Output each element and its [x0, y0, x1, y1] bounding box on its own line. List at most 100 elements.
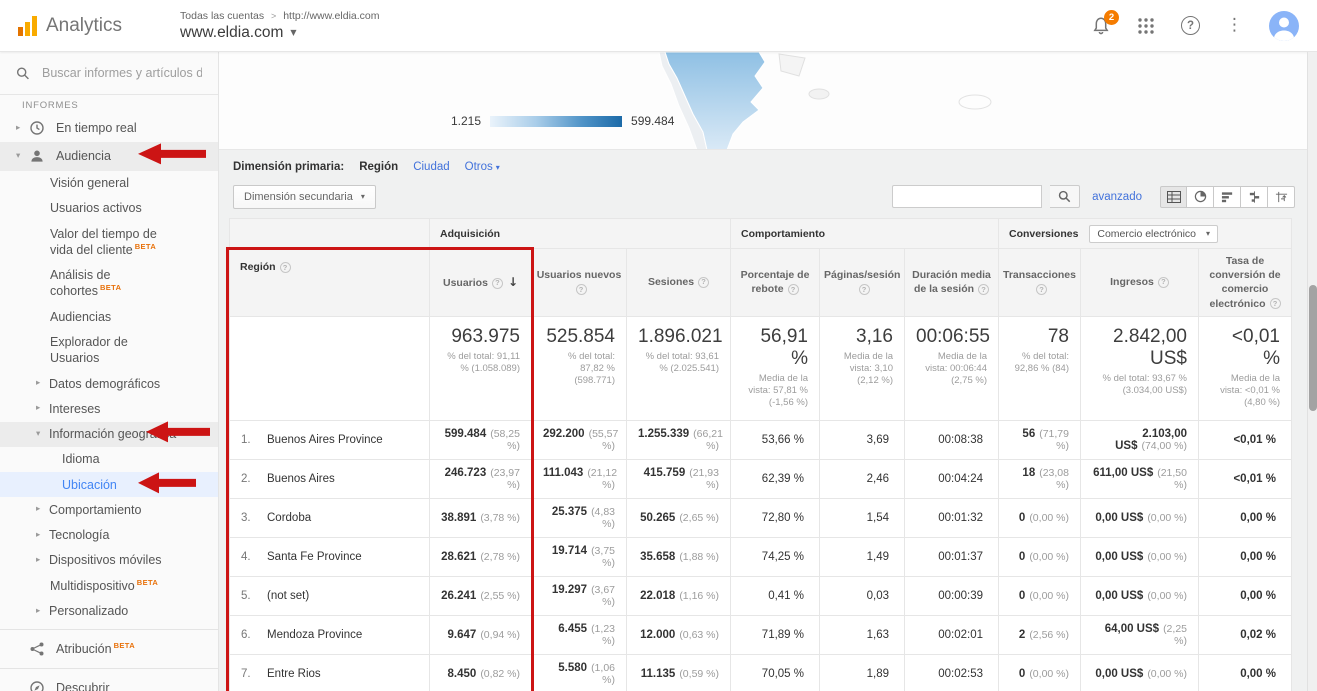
- table-row[interactable]: 6. Mendoza Province 9.647(0,94 %) 6.455(…: [230, 615, 1292, 654]
- page-scrollbar[interactable]: [1307, 52, 1317, 691]
- sidebar-item-label: Información geográfica: [49, 426, 181, 442]
- help-icon[interactable]: ?: [280, 262, 291, 273]
- sidebar-item-valor-tiempo-vida[interactable]: Valor del tiempo de vida del clienteBETA: [0, 221, 218, 263]
- table-row[interactable]: 1. Buenos Aires Province 599.484(58,25 %…: [230, 420, 1292, 459]
- search-input[interactable]: [42, 66, 202, 80]
- table-search-button[interactable]: [1050, 185, 1080, 208]
- section-label-informes: INFORMES: [0, 95, 218, 114]
- region-name[interactable]: Santa Fe Province: [267, 551, 362, 563]
- view-comparison-button[interactable]: [1241, 186, 1268, 208]
- sidebar-item-usuarios-activos[interactable]: Usuarios activos: [0, 196, 218, 221]
- sidebar-item-atribucion[interactable]: AtribuciónBETA: [0, 635, 218, 663]
- dimension-ciudad[interactable]: Ciudad: [413, 161, 449, 173]
- col-header-sesiones[interactable]: Sesiones?: [627, 249, 731, 317]
- view-pivot-button[interactable]: [1268, 186, 1295, 208]
- sidebar-item-informacion-geografica[interactable]: ▾ Información geográfica: [0, 422, 218, 447]
- help-icon[interactable]: ?: [698, 277, 709, 288]
- sidebar-item-explorador-usuarios[interactable]: Explorador de Usuarios: [0, 330, 218, 372]
- help-icon[interactable]: ?: [1158, 277, 1169, 288]
- col-header-transacciones[interactable]: Transacciones?: [999, 249, 1081, 317]
- sidebar-item-ubicacion[interactable]: Ubicación: [0, 472, 218, 497]
- help-icon[interactable]: ?: [1270, 298, 1281, 309]
- sidebar-item-descubrir[interactable]: Descubrir: [0, 674, 218, 691]
- group-header-comportamiento: Comportamiento: [731, 219, 999, 249]
- table-row[interactable]: 2. Buenos Aires 246.723(23,97 %) 111.043…: [230, 459, 1292, 498]
- metric-cell-ingresos: 64,00 US$(2,25 %): [1081, 615, 1199, 654]
- region-cell[interactable]: 2. Buenos Aires: [230, 459, 430, 498]
- help-icon[interactable]: ?: [492, 278, 503, 289]
- help-icon[interactable]: ?: [1036, 284, 1047, 295]
- col-header-ingresos[interactable]: Ingresos?: [1081, 249, 1199, 317]
- scrollbar-thumb[interactable]: [1309, 285, 1317, 411]
- account-switcher[interactable]: Todas las cuentas > http://www.eldia.com…: [180, 10, 379, 42]
- col-header-porcentaje-rebote[interactable]: Porcentaje de rebote?: [731, 249, 820, 317]
- view-table-button[interactable]: [1160, 186, 1187, 208]
- sidebar-item-datos-demograficos[interactable]: ▸ Datos demográficos: [0, 371, 218, 396]
- breadcrumb-property[interactable]: http://www.eldia.com: [283, 10, 379, 22]
- sidebar-item-comportamiento[interactable]: ▸ Comportamiento: [0, 497, 218, 522]
- secondary-dimension-button[interactable]: Dimensión secundaria ▾: [233, 185, 376, 209]
- region-name[interactable]: Entre Rios: [267, 668, 321, 680]
- region-name[interactable]: Buenos Aires: [267, 473, 335, 485]
- col-header-tasa-conversion[interactable]: Tasa de conversión de comercio electróni…: [1199, 249, 1292, 317]
- breadcrumb-root[interactable]: Todas las cuentas: [180, 10, 264, 22]
- region-name[interactable]: Mendoza Province: [267, 629, 362, 641]
- col-header-usuarios-nuevos[interactable]: Usuarios nuevos?: [532, 249, 627, 317]
- help-icon[interactable]: ?: [576, 284, 587, 295]
- help-icon[interactable]: ?: [978, 284, 989, 295]
- col-header-duracion-media[interactable]: Duración media de la sesión?: [905, 249, 999, 317]
- region-cell[interactable]: 4. Santa Fe Province: [230, 537, 430, 576]
- sidebar-item-en-tiempo-real[interactable]: ▸ En tiempo real: [0, 114, 218, 142]
- sidebar-item-intereses[interactable]: ▸ Intereses: [0, 396, 218, 421]
- dimension-otros[interactable]: Otros▾: [465, 161, 500, 173]
- ecommerce-selector[interactable]: Comercio electrónico▾: [1089, 225, 1218, 243]
- table-search-input[interactable]: [892, 185, 1042, 208]
- property-selector[interactable]: www.eldia.com ▼: [180, 24, 379, 42]
- sidebar-item-tecnologia[interactable]: ▸ Tecnología: [0, 523, 218, 548]
- region-cell[interactable]: 6. Mendoza Province: [230, 615, 430, 654]
- geo-map[interactable]: 1.215 599.484: [219, 52, 1317, 150]
- region-cell[interactable]: 5. (not set): [230, 576, 430, 615]
- metric-cell-usuarios: 599.484(58,25 %): [430, 420, 532, 459]
- dimension-region[interactable]: Región: [359, 161, 398, 173]
- sidebar-item-personalizado[interactable]: ▸ Personalizado: [0, 598, 218, 623]
- sidebar-item-audiencia[interactable]: ▾ Audiencia: [0, 142, 218, 170]
- sidebar-search[interactable]: [0, 52, 218, 95]
- help-icon: ?: [1181, 16, 1200, 35]
- col-header-region[interactable]: Región?: [230, 219, 430, 317]
- region-cell[interactable]: 1. Buenos Aires Province: [230, 420, 430, 459]
- table-row[interactable]: 3. Cordoba 38.891(3,78 %) 25.375(4,83 %)…: [230, 498, 1292, 537]
- sidebar-item-audiencias[interactable]: Audiencias: [0, 304, 218, 329]
- region-name[interactable]: Cordoba: [267, 512, 311, 524]
- table-row[interactable]: 7. Entre Rios 8.450(0,82 %) 5.580(1,06 %…: [230, 654, 1292, 691]
- account-avatar[interactable]: [1269, 11, 1299, 41]
- apps-grid-button[interactable]: [1137, 17, 1155, 35]
- help-icon[interactable]: ?: [859, 284, 870, 295]
- help-button[interactable]: ?: [1181, 16, 1200, 35]
- sidebar-item-analisis-cohortes[interactable]: Análisis de cohortesBETA: [0, 263, 218, 305]
- col-header-usuarios[interactable]: Usuarios?↓: [430, 249, 532, 317]
- row-number: 3.: [241, 512, 267, 524]
- table-row[interactable]: 4. Santa Fe Province 28.621(2,78 %) 19.7…: [230, 537, 1292, 576]
- view-performance-button[interactable]: [1214, 186, 1241, 208]
- notifications-button[interactable]: 2: [1091, 16, 1111, 36]
- kebab-menu-icon: ⋮: [1226, 17, 1243, 34]
- region-name[interactable]: Buenos Aires Province: [267, 434, 383, 446]
- table-row[interactable]: 5. (not set) 26.241(2,55 %) 19.297(3,67 …: [230, 576, 1292, 615]
- more-options-button[interactable]: ⋮: [1226, 17, 1243, 34]
- help-icon[interactable]: ?: [788, 284, 799, 295]
- col-header-paginas-sesion[interactable]: Páginas/sesión?: [820, 249, 905, 317]
- region-cell[interactable]: 3. Cordoba: [230, 498, 430, 537]
- sidebar-item-vision-general[interactable]: Visión general: [0, 171, 218, 196]
- sidebar-item-dispositivos-moviles[interactable]: ▸ Dispositivos móviles: [0, 548, 218, 573]
- row-number: 7.: [241, 668, 267, 680]
- sidebar-item-multidispositivo[interactable]: MultidispositivoBETA: [0, 573, 218, 598]
- beta-badge: BETA: [100, 283, 121, 292]
- region-cell[interactable]: 7. Entre Rios: [230, 654, 430, 691]
- beta-badge: BETA: [137, 578, 158, 587]
- sidebar-item-idioma[interactable]: Idioma: [0, 447, 218, 472]
- view-percentage-button[interactable]: [1187, 186, 1214, 208]
- advanced-link[interactable]: avanzado: [1092, 191, 1142, 203]
- region-name[interactable]: (not set): [267, 590, 309, 602]
- metric-cell-ingresos: 0,00 US$(0,00 %): [1081, 576, 1199, 615]
